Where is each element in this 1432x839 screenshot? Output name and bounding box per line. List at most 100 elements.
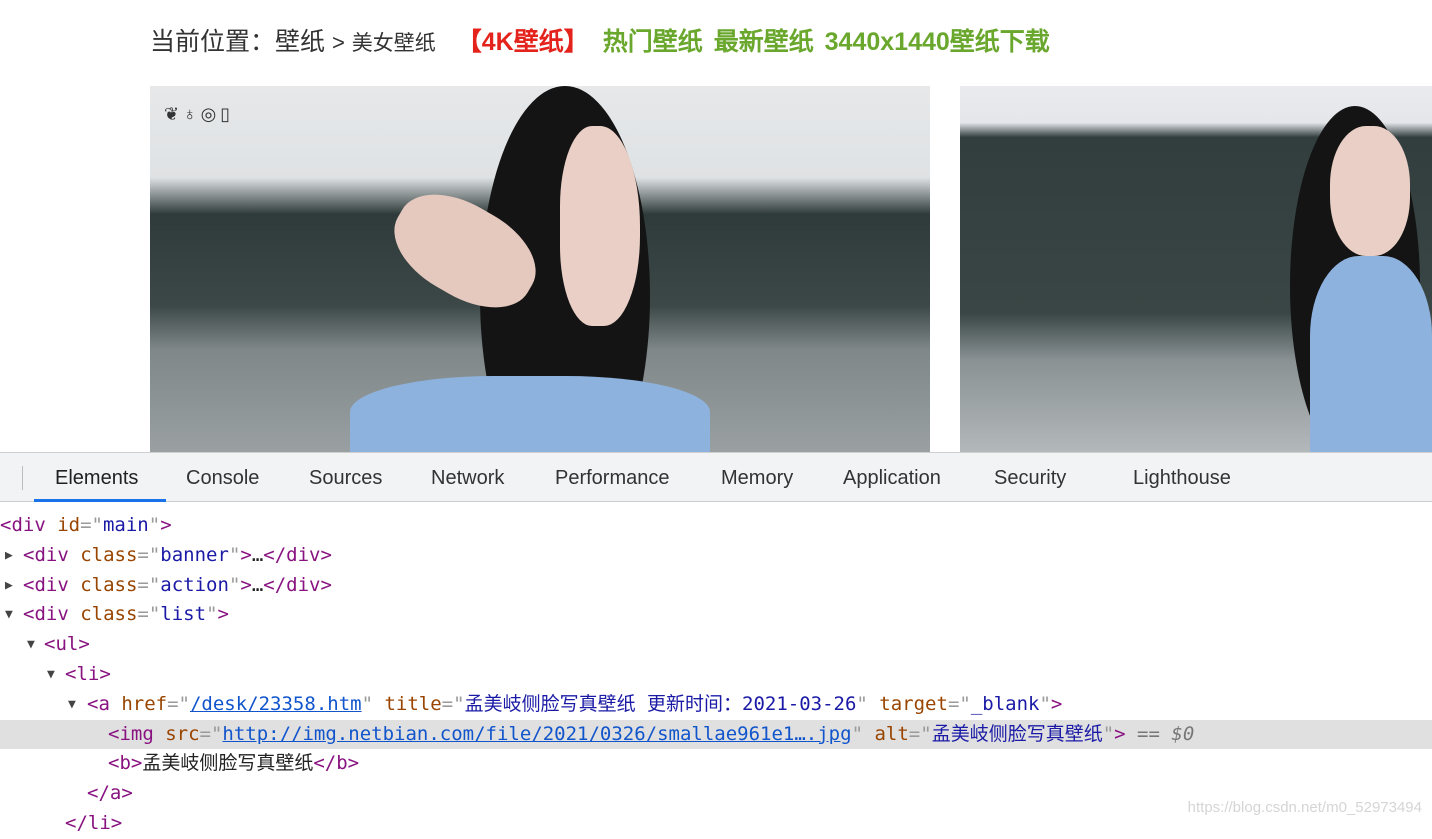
code-token: 孟美岐侧脸写真壁纸 bbox=[931, 722, 1103, 745]
code-token: > bbox=[1114, 722, 1126, 745]
dom-node-line[interactable]: <img src="http://img.netbian.com/file/20… bbox=[0, 719, 1432, 750]
code-token: 孟美岐侧脸写真壁纸 bbox=[142, 752, 314, 775]
collapse-triangle-icon[interactable]: ▼ bbox=[68, 690, 76, 720]
code-token: <div bbox=[0, 514, 58, 536]
tab-network[interactable]: Network bbox=[431, 467, 504, 490]
code-token: </b> bbox=[313, 752, 360, 775]
code-token: list bbox=[160, 603, 207, 626]
code-token: … bbox=[251, 573, 264, 596]
code-token: " bbox=[148, 514, 161, 536]
code-token: <img bbox=[108, 722, 166, 745]
code-token: $0 bbox=[1171, 722, 1195, 745]
code-token: 孟美岐侧脸写真壁纸 更新时间：2021-03-26 bbox=[464, 692, 857, 715]
tab-elements[interactable]: Elements bbox=[55, 467, 138, 490]
code-token: <div bbox=[23, 543, 81, 566]
dom-node-line[interactable]: ▶ <div class="banner">…</div> bbox=[0, 541, 1432, 571]
code-token: " bbox=[856, 692, 880, 715]
tab-memory[interactable]: Memory bbox=[721, 467, 793, 490]
code-token: =" bbox=[167, 692, 190, 715]
code-token: > bbox=[240, 573, 252, 596]
latest-wallpaper-link[interactable]: 最新壁纸 bbox=[714, 28, 814, 56]
breadcrumb: 当前位置：壁纸 > 美女壁纸 【4K壁纸】 热门壁纸 最新壁纸 3440x1440… bbox=[150, 22, 1050, 58]
dom-node-line[interactable]: ▼ <div class="list"> bbox=[0, 600, 1432, 630]
link-token[interactable]: http://img.netbian.com/file/2021/0326/sm… bbox=[222, 723, 851, 745]
code-token: class bbox=[80, 603, 138, 626]
code-token: main bbox=[102, 514, 149, 536]
wallpaper-thumbnail-2[interactable] bbox=[960, 86, 1432, 452]
4k-wallpaper-link[interactable]: 【4K壁纸】 bbox=[457, 28, 589, 56]
collapse-triangle-icon[interactable]: ▼ bbox=[27, 630, 35, 660]
code-token: <a bbox=[87, 692, 122, 715]
code-token: " bbox=[361, 692, 385, 715]
active-tab-indicator bbox=[34, 499, 166, 502]
code-token: =" bbox=[137, 573, 161, 596]
watermark: https://blog.csdn.net/m0_52973494 bbox=[1187, 799, 1422, 816]
wallpaper-thumbnail-1[interactable]: ❦♁◎▯ bbox=[150, 86, 930, 452]
code-token: </div> bbox=[263, 573, 332, 596]
devtools-panel: Elements Console Sources Network Performance… bbox=[0, 452, 1432, 834]
tab-console[interactable]: Console bbox=[186, 467, 259, 490]
code-token: =" bbox=[441, 692, 465, 715]
dom-node-line[interactable]: ▼ <ul> bbox=[0, 630, 1432, 660]
link-token[interactable]: /desk/23358.htm bbox=[190, 693, 362, 715]
breadcrumb-category-link[interactable]: 美女壁纸 bbox=[352, 32, 436, 55]
code-token: == bbox=[1125, 722, 1172, 745]
code-token: alt bbox=[874, 722, 909, 745]
code-token: class bbox=[80, 543, 138, 566]
code-token: =" bbox=[80, 514, 103, 536]
code-token: " bbox=[228, 543, 241, 566]
code-token: href bbox=[121, 692, 168, 715]
dom-node-line[interactable]: ▼ <li> bbox=[0, 660, 1432, 690]
code-token: > bbox=[160, 514, 172, 536]
code-token: =" bbox=[199, 722, 223, 745]
3440x1440-wallpaper-link[interactable]: 3440x1440壁纸下载 bbox=[825, 28, 1050, 56]
code-token: =" bbox=[947, 692, 971, 715]
expand-triangle-icon[interactable]: ▶ bbox=[5, 541, 13, 571]
tab-performance[interactable]: Performance bbox=[555, 467, 670, 490]
code-token: _blank bbox=[970, 692, 1040, 715]
code-token: " bbox=[206, 603, 218, 626]
code-token: " bbox=[1102, 722, 1115, 745]
breadcrumb-root-link[interactable]: 壁纸 bbox=[275, 28, 325, 56]
code-token: </a> bbox=[87, 782, 133, 805]
code-token: target bbox=[879, 692, 948, 715]
code-token: " bbox=[851, 722, 875, 745]
code-token: </div> bbox=[263, 543, 332, 566]
code-token: … bbox=[251, 543, 264, 566]
code-token: > bbox=[217, 603, 229, 626]
tab-lighthouse[interactable]: Lighthouse bbox=[1133, 467, 1231, 490]
tab-security[interactable]: Security bbox=[994, 467, 1066, 490]
code-token: </li> bbox=[65, 811, 123, 834]
elements-tree: <div id="main"> ▶ <div class="banner">…</d… bbox=[0, 511, 1432, 839]
breadcrumb-label: 当前位置： bbox=[150, 28, 276, 56]
expand-triangle-icon[interactable]: ▶ bbox=[5, 571, 13, 601]
collapse-triangle-icon[interactable]: ▼ bbox=[47, 660, 55, 690]
code-token: src bbox=[165, 722, 200, 745]
code-token: <li> bbox=[65, 662, 111, 685]
dom-node-line[interactable]: ▼ <a href="/desk/23358.htm" title="孟美岐侧脸写… bbox=[0, 690, 1432, 720]
code-token: <b> bbox=[108, 752, 143, 775]
collapse-triangle-icon[interactable]: ▼ bbox=[5, 600, 13, 630]
code-token: =" bbox=[137, 543, 161, 566]
code-token: action bbox=[160, 573, 229, 596]
code-token: <ul> bbox=[44, 633, 90, 656]
hot-wallpaper-link[interactable]: 热门壁纸 bbox=[603, 28, 703, 56]
breadcrumb-separator: > bbox=[331, 30, 345, 55]
code-token: banner bbox=[160, 543, 229, 566]
code-token: title bbox=[384, 692, 442, 715]
code-token: > bbox=[240, 543, 252, 566]
code-token: id bbox=[57, 514, 81, 536]
dom-node-line[interactable]: <div id="main"> bbox=[0, 511, 1432, 541]
code-token: =" bbox=[137, 603, 161, 626]
code-token: " bbox=[228, 573, 241, 596]
tab-application[interactable]: Application bbox=[843, 467, 941, 490]
photographer-logo: ❦♁◎▯ bbox=[164, 104, 235, 124]
code-token: =" bbox=[908, 722, 932, 745]
code-token: class bbox=[80, 573, 138, 596]
devtools-tabbar: Elements Console Sources Network Performance… bbox=[0, 453, 1432, 502]
dom-node-line[interactable]: <b>孟美岐侧脸写真壁纸</b> bbox=[0, 749, 1432, 779]
dom-node-line[interactable]: ▶ <div class="action">…</div> bbox=[0, 571, 1432, 601]
tab-sources[interactable]: Sources bbox=[309, 467, 382, 490]
code-token: > bbox=[1050, 692, 1063, 715]
code-token: <div bbox=[23, 573, 81, 596]
